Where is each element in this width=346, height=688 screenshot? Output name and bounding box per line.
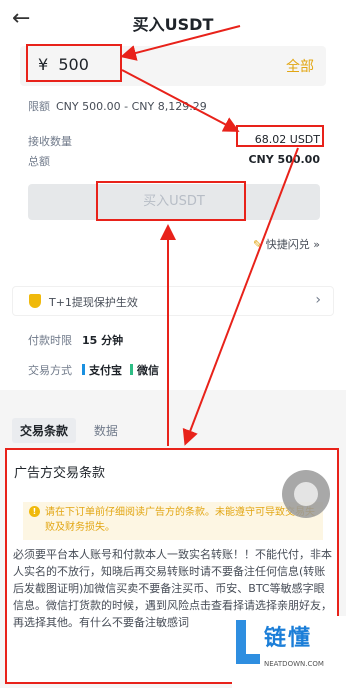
pay-method-wechat: 微信 (137, 364, 159, 377)
tab-bar: 交易条款 数据 (12, 418, 126, 443)
pay-time-row: 付款时限 15 分钟 (28, 332, 123, 348)
protect-label: T+1提现保护生效 (49, 296, 138, 309)
terms-title: 广告方交易条款 (14, 466, 106, 481)
total-label: 总额 (28, 155, 50, 168)
pay-time-label: 付款时限 (28, 334, 72, 347)
protect-row[interactable]: T+1提现保护生效 › (12, 286, 334, 316)
receive-label: 接收数量 (28, 135, 72, 148)
warning-text: 请在下订单前仔细阅读广告方的条款。未能遵守可导致交易失败及财务损失。 (45, 507, 315, 533)
shield-icon (29, 294, 41, 308)
warning-banner: ! 请在下订单前仔细阅读广告方的条款。未能遵守可导致交易失败及财务损失。 (23, 502, 323, 540)
tab-terms[interactable]: 交易条款 (12, 418, 77, 443)
chevron-right-icon: › (315, 292, 321, 308)
all-button[interactable]: 全部 (286, 56, 314, 76)
tab-data[interactable]: 数据 (86, 418, 126, 443)
header: ← 买入USDT (0, 0, 346, 40)
pay-time-value: 15 分钟 (82, 334, 124, 347)
pen-icon: ✎ (253, 238, 263, 251)
warning-icon: ! (29, 506, 40, 517)
watermark-text: 链懂 (264, 626, 313, 651)
quick-swap-link[interactable]: ✎ 快捷闪兑 » (253, 236, 320, 252)
total-row: 总额 CNY 500.00 (28, 153, 320, 169)
pay-method-alipay: 支付宝 (89, 364, 122, 377)
watermark-url: NEATDOWN.COM (264, 660, 324, 668)
floating-assistive-button[interactable] (282, 470, 330, 518)
quick-swap-label: 快捷闪兑 (265, 238, 310, 251)
limit-value: CNY 500.00 - CNY 8,129.29 (56, 100, 207, 113)
chevron-double-right-icon: » (313, 238, 320, 251)
page-title: 买入USDT (132, 15, 214, 34)
alipay-marker (82, 364, 85, 375)
annotation-box-receive (236, 125, 324, 147)
watermark: 链懂 NEATDOWN.COM (232, 616, 346, 688)
watermark-logo-icon (236, 620, 260, 664)
annotation-box-buy (96, 181, 246, 221)
pay-method-label: 交易方式 (28, 364, 72, 377)
annotation-box-amount (26, 44, 122, 82)
limit-label: 限额 (28, 100, 50, 113)
limit-row: 限额 CNY 500.00 - CNY 8,129.29 (28, 98, 207, 114)
wechat-marker (130, 364, 133, 375)
pay-method-row: 交易方式 支付宝 微信 (28, 362, 159, 378)
total-value: CNY 500.00 (248, 153, 320, 166)
